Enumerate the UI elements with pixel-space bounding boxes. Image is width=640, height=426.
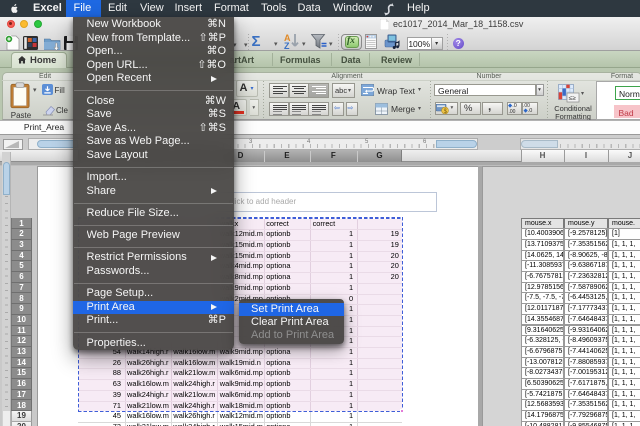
svg-text:Z: Z	[284, 41, 290, 49]
svg-text:≤≥: ≤≥	[569, 95, 577, 102]
